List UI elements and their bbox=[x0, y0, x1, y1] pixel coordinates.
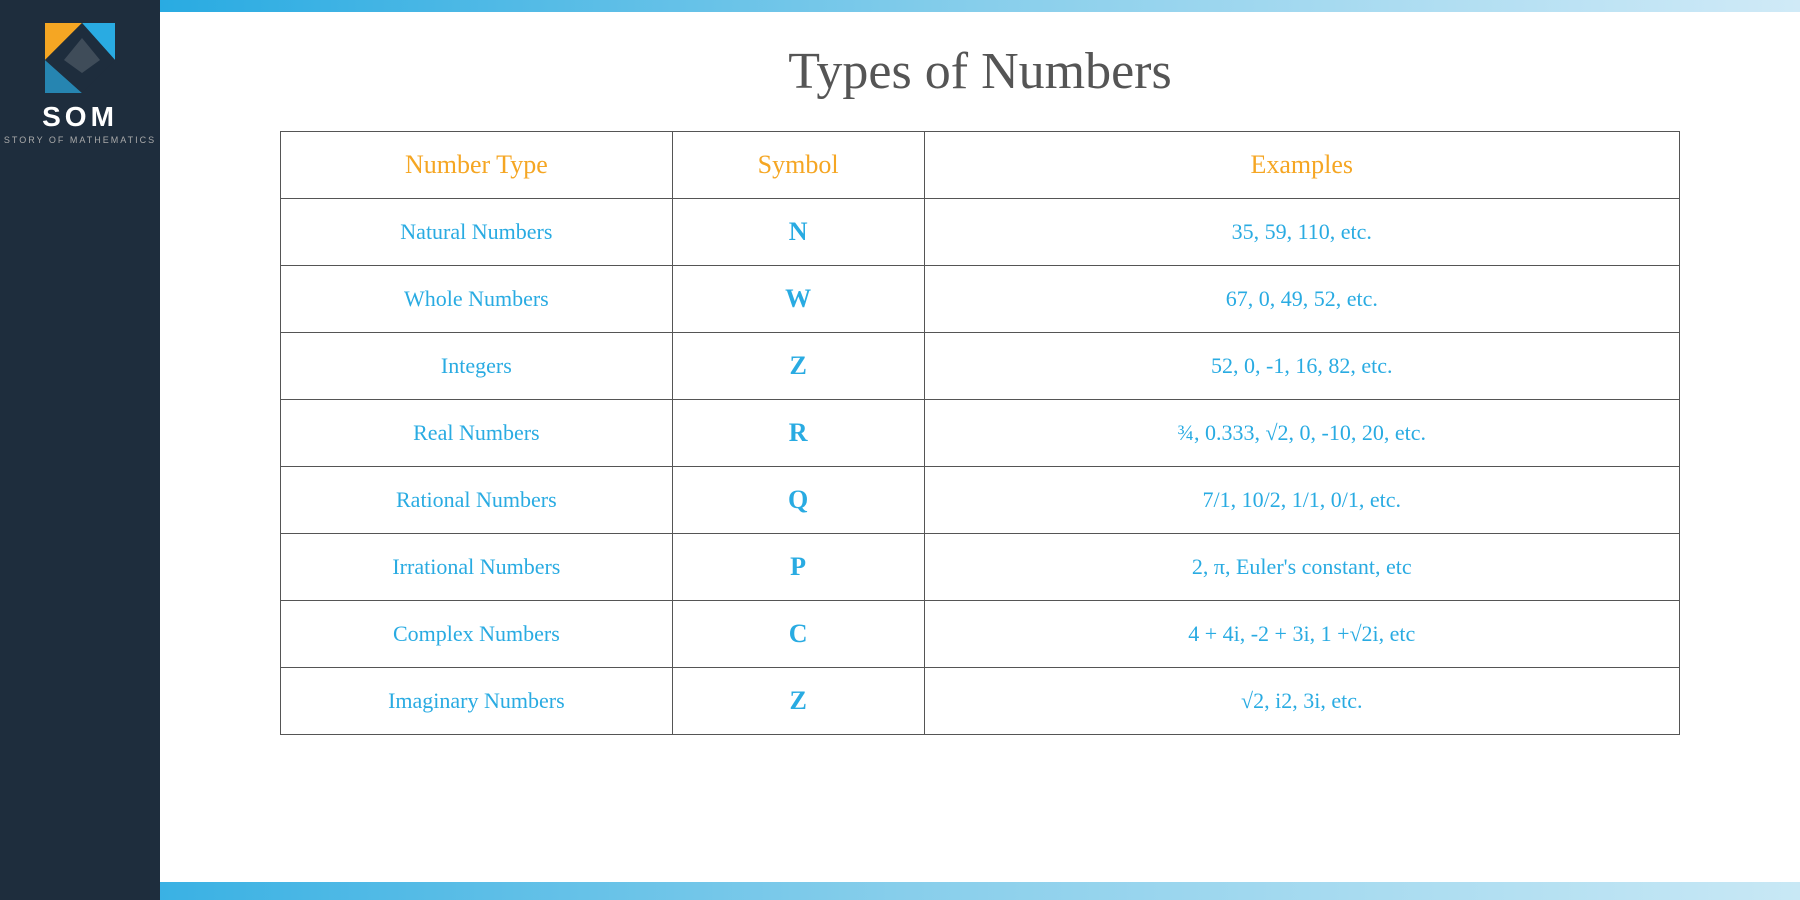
numbers-table: Number Type Symbol Examples Natural Numb… bbox=[280, 131, 1680, 735]
cell-symbol: R bbox=[672, 400, 924, 467]
table-row: Complex NumbersC4 + 4i, -2 + 3i, 1 +√2i,… bbox=[281, 601, 1680, 668]
table-row: Natural NumbersN35, 59, 110, etc. bbox=[281, 199, 1680, 266]
som-logo-icon bbox=[40, 18, 120, 93]
cell-examples: ¾, 0.333, √2, 0, -10, 20, etc. bbox=[924, 400, 1679, 467]
cell-symbol: W bbox=[672, 266, 924, 333]
main-content: Types of Numbers Number Type Symbol Exam… bbox=[160, 12, 1800, 882]
cell-examples: 52, 0, -1, 16, 82, etc. bbox=[924, 333, 1679, 400]
table-row: Irrational NumbersP2, π, Euler's constan… bbox=[281, 534, 1680, 601]
cell-symbol: N bbox=[672, 199, 924, 266]
col-header-number-type: Number Type bbox=[281, 132, 673, 199]
cell-examples: 4 + 4i, -2 + 3i, 1 +√2i, etc bbox=[924, 601, 1679, 668]
cell-number-type: Rational Numbers bbox=[281, 467, 673, 534]
cell-number-type: Whole Numbers bbox=[281, 266, 673, 333]
cell-number-type: Imaginary Numbers bbox=[281, 668, 673, 735]
cell-examples: 67, 0, 49, 52, etc. bbox=[924, 266, 1679, 333]
table-row: Real NumbersR¾, 0.333, √2, 0, -10, 20, e… bbox=[281, 400, 1680, 467]
cell-examples: √2, i2, 3i, etc. bbox=[924, 668, 1679, 735]
cell-number-type: Real Numbers bbox=[281, 400, 673, 467]
brand-subtitle: STORY OF MATHEMATICS bbox=[4, 135, 156, 145]
table-row: IntegersZ52, 0, -1, 16, 82, etc. bbox=[281, 333, 1680, 400]
cell-symbol: C bbox=[672, 601, 924, 668]
cell-examples: 7/1, 10/2, 1/1, 0/1, etc. bbox=[924, 467, 1679, 534]
table-row: Imaginary NumbersZ√2, i2, 3i, etc. bbox=[281, 668, 1680, 735]
brand-name: SOM bbox=[42, 101, 118, 133]
cell-number-type: Irrational Numbers bbox=[281, 534, 673, 601]
cell-number-type: Complex Numbers bbox=[281, 601, 673, 668]
cell-symbol: Q bbox=[672, 467, 924, 534]
bottom-bar bbox=[0, 882, 1800, 900]
table-row: Rational NumbersQ7/1, 10/2, 1/1, 0/1, et… bbox=[281, 467, 1680, 534]
cell-examples: 2, π, Euler's constant, etc bbox=[924, 534, 1679, 601]
top-bar bbox=[160, 0, 1800, 12]
page-title: Types of Numbers bbox=[788, 42, 1171, 101]
cell-number-type: Integers bbox=[281, 333, 673, 400]
table-header-row: Number Type Symbol Examples bbox=[281, 132, 1680, 199]
cell-symbol: Z bbox=[672, 668, 924, 735]
cell-symbol: P bbox=[672, 534, 924, 601]
table-row: Whole NumbersW67, 0, 49, 52, etc. bbox=[281, 266, 1680, 333]
col-header-examples: Examples bbox=[924, 132, 1679, 199]
cell-number-type: Natural Numbers bbox=[281, 199, 673, 266]
sidebar: SOM STORY OF MATHEMATICS bbox=[0, 0, 160, 900]
col-header-symbol: Symbol bbox=[672, 132, 924, 199]
cell-symbol: Z bbox=[672, 333, 924, 400]
cell-examples: 35, 59, 110, etc. bbox=[924, 199, 1679, 266]
